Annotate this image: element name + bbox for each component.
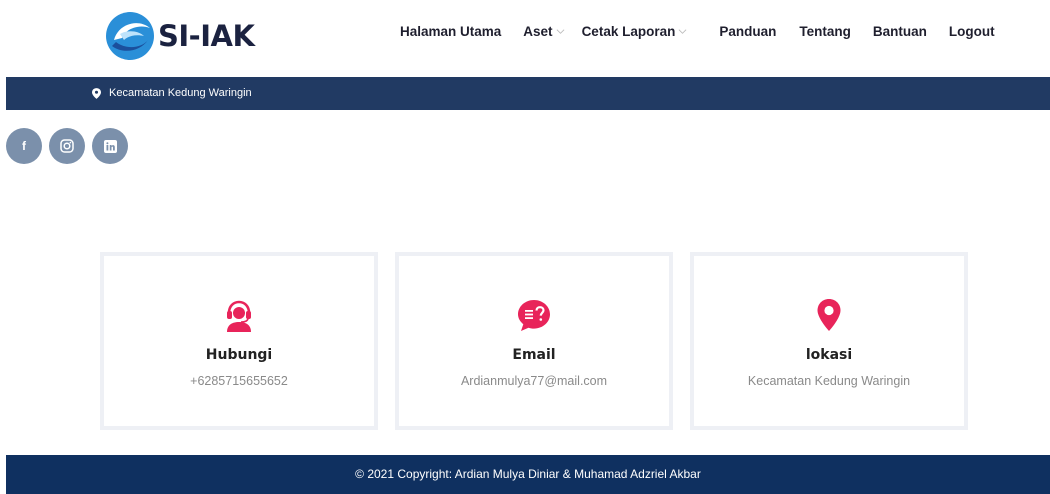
nav-logout[interactable]: Logout: [949, 24, 995, 39]
nav-logout-label: Logout: [948, 24, 995, 39]
nav-tentang-label: Tentang: [799, 24, 851, 39]
instagram-icon[interactable]: [49, 128, 85, 164]
chat-question-icon: [518, 300, 550, 331]
nav-aset[interactable]: Aset: [523, 24, 564, 39]
map-pin-icon: [817, 299, 841, 331]
social-links: f: [6, 128, 135, 164]
copyright-text: © 2021 Copyright: Ardian Mulya Diniar & …: [355, 467, 701, 481]
card-title: Email: [512, 347, 556, 363]
facebook-icon[interactable]: f: [6, 128, 42, 164]
logo-swirl-icon: [106, 12, 154, 60]
card-value: Ardianmulya77@mail.com: [460, 374, 608, 388]
nav-home-label: Halaman Utama: [400, 24, 502, 39]
card-title: lokasi: [805, 347, 853, 363]
nav-bantuan-label: Bantuan: [872, 24, 927, 39]
nav-panduan[interactable]: Panduan: [719, 24, 776, 39]
nav-bantuan[interactable]: Bantuan: [873, 24, 927, 39]
card-value: Kecamatan Kedung Waringin: [747, 374, 911, 388]
contact-card-phone: Hubungi +6285715655652: [100, 252, 378, 430]
nav-aset-label: Aset: [523, 24, 553, 39]
site-footer: © 2021 Copyright: Ardian Mulya Diniar & …: [6, 455, 1050, 494]
chevron-down-icon: [678, 29, 687, 34]
nav-cetak-laporan-label: Cetak Laporan: [581, 24, 676, 39]
main-nav: Halaman Utama Aset Cetak Laporan Panduan…: [400, 24, 995, 39]
linkedin-glyph: [103, 139, 117, 153]
nav-panduan-label: Panduan: [719, 24, 777, 39]
contact-card-location: lokasi Kecamatan Kedung Waringin: [690, 252, 968, 430]
instagram-glyph: [60, 139, 74, 153]
linkedin-icon[interactable]: [92, 128, 128, 164]
nav-cetak-laporan[interactable]: Cetak Laporan: [582, 24, 688, 39]
card-value: +6285715655652: [190, 374, 288, 388]
map-pin-icon: [92, 87, 101, 99]
site-header: SI-IAK Halaman Utama Aset Cetak Laporan …: [0, 0, 1050, 77]
location-bar: Kecamatan Kedung Waringin: [6, 77, 1050, 110]
contact-card-email: Email Ardianmulya77@mail.com: [395, 252, 673, 430]
location-text: Kecamatan Kedung Waringin: [109, 87, 252, 99]
location-info: Kecamatan Kedung Waringin: [92, 87, 252, 99]
brand-logo[interactable]: SI-IAK: [104, 8, 255, 64]
card-title: Hubungi: [205, 347, 273, 363]
brand-name: SI-IAK: [158, 19, 255, 53]
headset-agent-icon: [227, 300, 251, 332]
nav-home[interactable]: Halaman Utama: [400, 24, 501, 39]
nav-tentang[interactable]: Tentang: [799, 24, 851, 39]
facebook-glyph: f: [22, 139, 26, 153]
chevron-down-icon: [556, 29, 564, 34]
